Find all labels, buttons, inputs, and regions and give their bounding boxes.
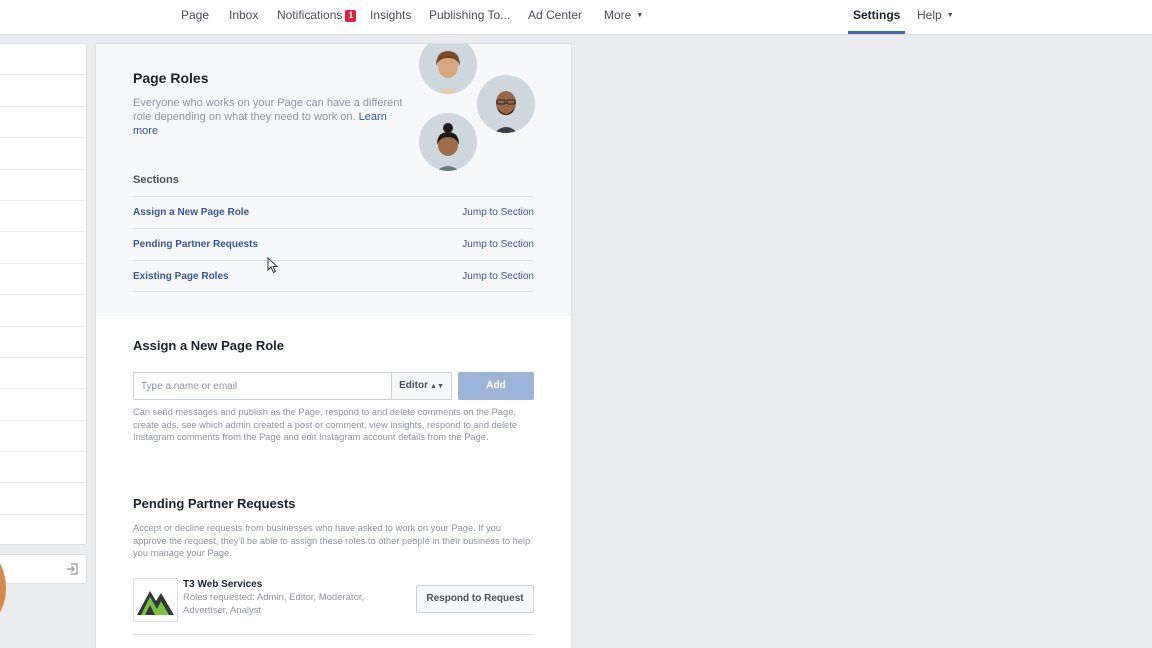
partner-name: T3 Web Services: [183, 579, 263, 590]
caret-down-icon: ▼: [946, 12, 954, 19]
sidebar-item[interactable]: [0, 170, 86, 201]
jump-to-section-link[interactable]: Jump to Section: [462, 207, 534, 218]
sections-label: Sections: [133, 174, 179, 186]
nav-notifications[interactable]: Notifications 1: [277, 0, 357, 34]
sidebar-item[interactable]: [0, 232, 86, 264]
partner-roles: Roles requested: Admin, Editor, Moderato…: [183, 592, 365, 616]
settings-sidebar: [0, 43, 87, 545]
mouse-cursor-icon: [267, 257, 279, 274]
top-nav: Page Inbox Notifications 1 Insights Publi…: [0, 0, 1152, 35]
sidebar-item[interactable]: [0, 515, 86, 546]
section-row: Pending Partner Requests Jump to Section: [133, 228, 534, 260]
role-description: Can send messages and publish as the Pag…: [133, 407, 517, 442]
nav-publishing-tools-label: Publishing To...: [429, 8, 511, 22]
exit-icon[interactable]: [66, 563, 78, 575]
sidebar-item[interactable]: [0, 75, 86, 107]
sidebar-item[interactable]: [0, 327, 86, 358]
nav-ad-center[interactable]: Ad Center: [528, 0, 582, 34]
section-link-assign[interactable]: Assign a New Page Role: [133, 207, 249, 218]
section-link-existing[interactable]: Existing Page Roles: [133, 271, 229, 282]
add-button[interactable]: Add: [458, 372, 534, 400]
nav-inbox[interactable]: Inbox: [229, 0, 258, 34]
partner-logo: [133, 578, 178, 622]
sidebar-item[interactable]: [0, 264, 86, 296]
pending-requests-title: Pending Partner Requests: [133, 496, 296, 511]
page-roles-panel: Page Roles Everyone who works on your Pa…: [95, 43, 572, 648]
jump-to-section-link[interactable]: Jump to Section: [462, 239, 534, 250]
role-select[interactable]: Editor ▲▼: [391, 373, 451, 399]
respond-to-request-button[interactable]: Respond to Request: [416, 585, 534, 613]
nav-insights-label: Insights: [370, 8, 412, 22]
nav-more-label: More: [604, 8, 632, 22]
person-avatar-icon: [477, 75, 535, 133]
nav-help-label: Help: [917, 8, 942, 22]
role-select-value: Editor: [399, 380, 429, 391]
page-roles-intro: Everyone who works on your Page can have…: [133, 96, 403, 138]
divider: [133, 634, 534, 635]
nav-publishing-tools[interactable]: Publishing To...: [429, 0, 510, 34]
section-link-pending[interactable]: Pending Partner Requests: [133, 239, 258, 250]
sidebar-item[interactable]: [0, 421, 86, 453]
sidebar-activity-log[interactable]: [0, 554, 87, 584]
page-title: Page Roles: [133, 70, 209, 86]
nav-inbox-label: Inbox: [229, 8, 259, 22]
sidebar-item[interactable]: [0, 389, 86, 421]
updown-arrows-icon: ▲▼: [430, 383, 444, 390]
sidebar-item[interactable]: [0, 295, 86, 327]
jump-to-section-link[interactable]: Jump to Section: [462, 271, 534, 282]
nav-settings-label: Settings: [853, 8, 901, 22]
sidebar-item[interactable]: [0, 138, 86, 170]
assign-role-title: Assign a New Page Role: [133, 338, 284, 353]
nav-page-label: Page: [181, 8, 210, 22]
nav-notifications-label: Notifications: [277, 8, 343, 22]
nav-settings[interactable]: Settings: [848, 0, 906, 34]
sidebar-item[interactable]: [0, 107, 86, 139]
sidebar-item[interactable]: [0, 483, 86, 515]
person-avatar-icon: [419, 113, 477, 171]
caret-down-icon: ▼: [636, 12, 644, 19]
sidebar-item[interactable]: [0, 44, 86, 76]
sidebar-item[interactable]: [0, 452, 86, 484]
nav-help[interactable]: Help ▼: [917, 0, 954, 34]
section-row: Assign a New Page Role Jump to Section: [133, 196, 534, 228]
nav-page[interactable]: Page: [181, 0, 209, 34]
assign-role-form: Editor▲▼: [133, 372, 452, 400]
sidebar-item[interactable]: [0, 201, 86, 233]
sidebar-item[interactable]: [0, 358, 86, 390]
nav-insights[interactable]: Insights: [370, 0, 411, 34]
section-row: Existing Page Roles Jump to Section: [133, 260, 534, 292]
pending-requests-description: Accept or decline requests from business…: [133, 523, 531, 558]
name-or-email-input[interactable]: [134, 373, 391, 399]
nav-more[interactable]: More ▼: [604, 0, 643, 34]
nav-ad-center-label: Ad Center: [528, 8, 583, 22]
notification-badge: 1: [345, 10, 357, 22]
